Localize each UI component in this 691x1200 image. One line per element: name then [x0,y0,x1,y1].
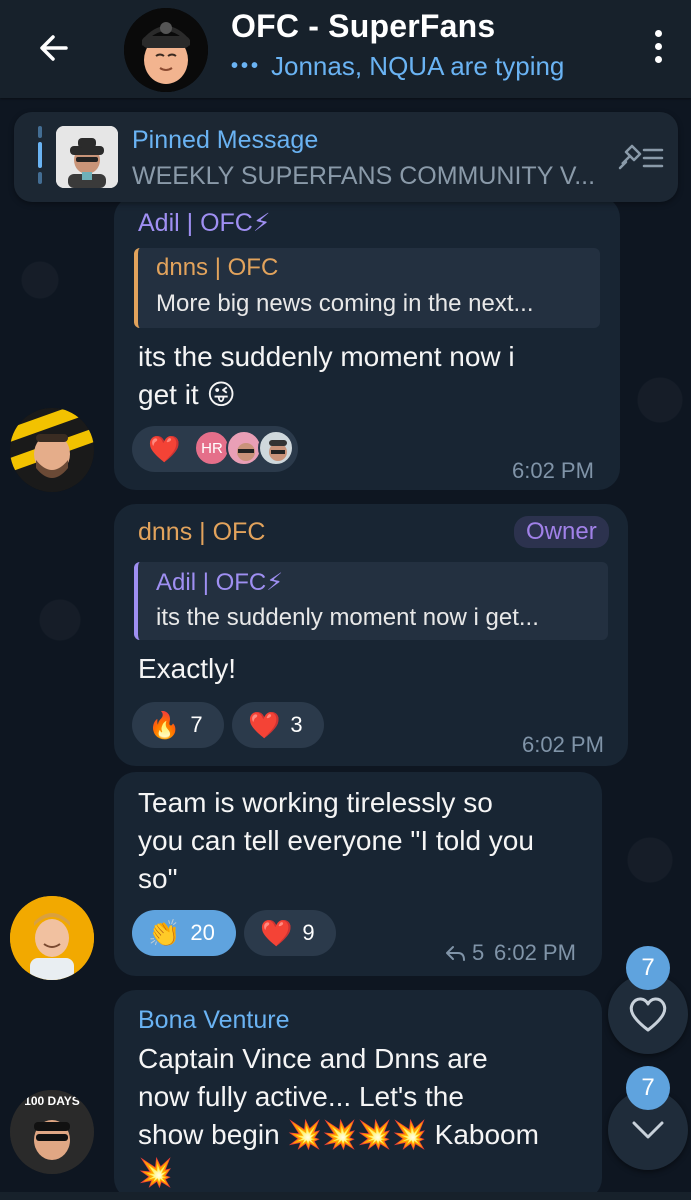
chat-title[interactable]: OFC - SuperFans [231,8,564,45]
pinned-text: WEEKLY SUPERFANS COMMUNITY V... [132,162,596,190]
pinned-thumbnail [56,126,118,188]
pinned-title: Pinned Message [132,126,319,154]
pinned-message-bar[interactable]: Pinned Message WEEKLY SUPERFANS COMMUNIT… [14,112,678,202]
reply-preview[interactable]: Adil | OFC⚡ its the suddenly moment now … [134,562,608,640]
reaction-heart[interactable]: ❤️ 9 [244,910,336,956]
reply-text: More big news coming in the next... [156,290,534,317]
pin-list-icon[interactable] [616,140,664,174]
arrow-left-icon [40,35,68,61]
more-menu-button[interactable] [640,22,676,70]
reactor-avatar [226,430,262,466]
typing-text: Jonnas, NQUA are typing [271,51,565,81]
reply-arrow-icon [446,946,465,961]
reactor-avatar [258,430,294,466]
message-bubble[interactable]: Team is working tirelessly so you can te… [114,772,602,976]
sender-name[interactable]: dnns | OFC [138,518,265,547]
message-time: 6:02 PM [494,940,576,965]
heart-emoji-icon: ❤️ [148,433,181,464]
reaction-count: 3 [290,712,303,737]
owner-badge: Owner [514,516,609,548]
reply-count[interactable]: 5 [444,940,484,966]
heart-emoji-icon: ❤️ [248,709,281,740]
reactions-badge: 7 [626,946,670,990]
heart-emoji-icon: ❤️ [260,917,293,948]
typing-status: ••• Jonnas, NQUA are typing [231,51,564,82]
chevron-down-icon [632,1121,664,1139]
user-avatar[interactable]: 100 DAYS [10,1090,94,1174]
avatar-caption: 100 DAYS [24,1094,80,1108]
back-button[interactable] [30,24,78,72]
sender-name[interactable]: Bona Venture [138,1006,290,1035]
message-bubble[interactable]: Bona Venture Captain Vince and Dnns are … [114,990,602,1200]
chat-header: OFC - SuperFans ••• Jonnas, NQUA are typ… [0,0,691,98]
input-bar-edge [0,1192,691,1200]
reaction-heart[interactable]: ❤️ 3 [232,702,324,748]
reaction-clap[interactable]: 👏 20 [132,910,236,956]
message-text: Captain Vince and Dnns are now fully act… [138,1043,539,1188]
reaction-heart[interactable]: ❤️ HR [132,426,298,472]
message-text: its the suddenly moment now i get it 😜 [138,341,515,410]
reply-sender: dnns | OFC [156,254,279,281]
message-text: Team is working tirelessly so you can te… [138,787,534,894]
unread-mentions-badge: 7 [626,1066,670,1110]
reply-sender: Adil | OFC⚡ [156,569,284,596]
reaction-count: 7 [190,712,203,737]
user-avatar[interactable] [10,408,94,492]
typing-dots-icon: ••• [231,55,262,77]
reaction-count: 9 [302,920,315,945]
reaction-count: 20 [190,920,215,945]
group-avatar[interactable] [124,8,208,92]
fire-emoji-icon: 🔥 [148,709,181,740]
clap-emoji-icon: 👏 [148,917,181,948]
message-text: Exactly! [138,653,237,684]
message-time: 6:02 PM [522,732,604,757]
message-time: 6:02 PM [512,458,594,483]
reactor-avatar: HR [194,430,230,466]
heart-outline-icon [629,997,667,1032]
more-dots-icon [654,29,662,37]
reply-preview[interactable]: dnns | OFC More big news coming in the n… [134,248,600,328]
pinned-indicator [38,126,42,188]
sender-name[interactable]: Adil | OFC⚡ [138,208,270,238]
reply-text: its the suddenly moment now i get... [156,604,539,631]
message-bubble[interactable]: dnns | OFC Owner Adil | OFC⚡ its the sud… [114,504,628,766]
reaction-fire[interactable]: 🔥 7 [132,702,224,748]
user-avatar[interactable] [10,896,94,980]
message-bubble[interactable]: Adil | OFC⚡ dnns | OFC More big news com… [114,196,620,490]
